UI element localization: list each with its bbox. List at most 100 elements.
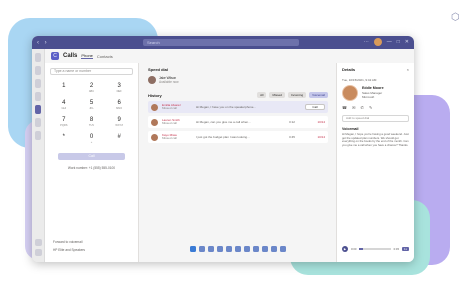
details-panel: Details × Tue, 10/15/2021, 9:42 AM Eddie… <box>336 63 414 262</box>
call-date: 10/14 <box>317 120 325 124</box>
voicemail-title: Voicemail <box>342 127 359 131</box>
tab-phone[interactable]: Phone <box>81 53 93 59</box>
dial-key-digit: 7 <box>62 117 66 123</box>
call-timestamp: Tue, 10/15/2021, 9:42 AM <box>342 78 377 82</box>
dial-key-letters: DEF <box>116 90 122 93</box>
history-list: Emilia Alvarez Missed call Hi Megan, I hav… <box>148 101 328 143</box>
rail-more-icon[interactable] <box>35 131 41 140</box>
taskbar-app-icon[interactable] <box>208 245 214 252</box>
dial-number-input[interactable]: Type a name or number <box>50 68 133 75</box>
avatar[interactable] <box>373 38 382 46</box>
close-icon[interactable]: × <box>407 67 409 72</box>
speed-dial-field[interactable]: Add to speed dial <box>342 115 409 122</box>
search-input[interactable]: Search <box>143 39 299 46</box>
call-button[interactable]: Call <box>58 153 125 160</box>
minimize-icon[interactable]: — <box>387 39 392 45</box>
caller-info: Kayo Miwa Missed call <box>162 133 192 141</box>
dial-key[interactable]: 1 <box>50 83 78 96</box>
contact-info: Eddie Moore Sales Manager Microsoft <box>362 86 384 100</box>
speed-button[interactable]: 1x <box>402 247 409 251</box>
caller-info: Lauren Smith Missed call <box>162 118 192 126</box>
back-forward-icon[interactable]: ‹ › <box>37 40 49 46</box>
taskbar-app-icon[interactable] <box>262 245 268 252</box>
dial-key[interactable]: # <box>105 134 133 147</box>
taskbar-app-icon[interactable] <box>190 245 196 252</box>
dial-key-digit: 5 <box>89 100 94 106</box>
caller-info: Emilia Alvarez Missed call <box>162 103 192 111</box>
dial-key[interactable]: 9 WXYZ <box>105 117 133 130</box>
playback-slider[interactable] <box>359 248 391 250</box>
filter-chip[interactable]: Missed <box>269 92 285 98</box>
taskbar-app-icon[interactable] <box>280 245 286 252</box>
taskbar-app-icon[interactable] <box>271 245 277 252</box>
taskbar <box>140 242 336 255</box>
dial-key[interactable]: 5 JKL <box>78 100 106 113</box>
center-panel: Speed dial Jake Wilson Available now His… <box>140 63 336 262</box>
teams-window: ‹ › Search ··· — □ ✕ C Calls Phone Conta… <box>32 36 414 262</box>
taskbar-app-icon[interactable] <box>199 245 205 252</box>
dial-key-digit: 4 <box>62 100 66 106</box>
taskbar-app-icon[interactable] <box>226 245 232 252</box>
dial-key-letters: WXYZ <box>115 124 123 127</box>
work-number: Work number: +1 (555) 555-0100 <box>67 166 116 170</box>
rail-teams-icon[interactable] <box>35 79 41 88</box>
rail-chat-icon[interactable] <box>35 66 41 75</box>
elapsed-time: 0:00 <box>351 247 357 251</box>
dial-key[interactable]: 0 + <box>78 134 106 147</box>
voicemail-transcript: Hi Megan, I hope you're having a good we… <box>342 132 409 147</box>
dial-key-digit: 9 <box>117 117 121 123</box>
corner-badge-icon: ⬡ <box>451 12 460 23</box>
speed-dial-status: Available now <box>159 80 179 84</box>
dial-key[interactable]: 3 DEF <box>105 83 133 96</box>
dial-key-digit: * <box>62 134 65 140</box>
call-type: Missed call <box>162 106 177 110</box>
dial-key-letters: PQRS <box>60 124 68 127</box>
voicemail-preview: Hi Megan, can you give me a call when... <box>196 120 251 124</box>
filter-chip[interactable]: All <box>257 92 267 98</box>
table-row[interactable]: Lauren Smith Missed call Hi Megan, can you… <box>148 116 328 128</box>
play-icon[interactable]: ▶ <box>342 246 348 252</box>
rail-activity-icon[interactable] <box>35 53 41 62</box>
rail-help-icon[interactable] <box>35 249 42 256</box>
taskbar-app-icon[interactable] <box>253 245 259 252</box>
call-duration: 0:45 <box>289 135 295 139</box>
page-title: Calls <box>63 53 78 59</box>
filter-chip[interactable]: Incoming <box>287 92 307 98</box>
avatar <box>151 118 158 126</box>
rail-apps-icon[interactable] <box>35 239 42 246</box>
dial-key[interactable]: 6 MNO <box>105 100 133 113</box>
taskbar-app-icon[interactable] <box>217 245 223 252</box>
rail-files-icon[interactable] <box>35 118 41 127</box>
contact-card: Eddie Moore Sales Manager Microsoft <box>342 85 409 101</box>
dial-key[interactable]: * <box>50 134 78 147</box>
speed-dial-contact[interactable]: Jake Wilson Available now <box>148 76 328 84</box>
close-icon[interactable]: ✕ <box>405 39 409 45</box>
taskbar-app-icon[interactable] <box>244 245 250 252</box>
device-setting[interactable]: HP Elite and Speakers <box>53 248 85 252</box>
dial-key[interactable]: 2 ABC <box>78 83 106 96</box>
table-row[interactable]: Emilia Alvarez Missed call Hi Megan, I hav… <box>148 101 328 113</box>
dial-key[interactable]: 7 PQRS <box>50 117 78 130</box>
maximize-icon[interactable]: □ <box>397 39 400 45</box>
call-back-button[interactable]: Call <box>305 104 325 110</box>
forward-setting[interactable]: Forward to voicemail <box>53 240 85 244</box>
total-time: 0:45 <box>393 247 400 251</box>
calls-header: C Calls Phone Contacts <box>45 49 414 63</box>
dial-key[interactable]: 8 TUV <box>78 117 106 130</box>
taskbar-app-icon[interactable] <box>235 245 241 252</box>
history-bar: History All Missed Incoming Voicemail <box>148 92 328 98</box>
rail-calendar-icon[interactable] <box>35 92 41 101</box>
table-row[interactable]: Kayo Miwa Missed call I just got the budge… <box>148 131 328 143</box>
dial-key-letters: ABC <box>88 90 95 93</box>
app-rail <box>32 49 45 262</box>
filter-chip[interactable]: Voicemail <box>309 92 328 98</box>
tab-contacts[interactable]: Contacts <box>97 54 113 59</box>
dial-key-digit: 3 <box>117 83 121 89</box>
more-options-icon[interactable]: ··· <box>364 39 369 45</box>
dial-key[interactable]: 4 GHI <box>50 100 78 113</box>
dial-key-digit: # <box>117 134 121 140</box>
contact-actions-icon[interactable]: ☎ ✉ ✆ ✎ <box>342 105 409 110</box>
voicemail-preview: Hi Megan, I have you on the speakerphone… <box>196 105 256 109</box>
rail-calls-icon[interactable] <box>35 105 41 114</box>
dial-key-digit: 1 <box>62 83 66 89</box>
